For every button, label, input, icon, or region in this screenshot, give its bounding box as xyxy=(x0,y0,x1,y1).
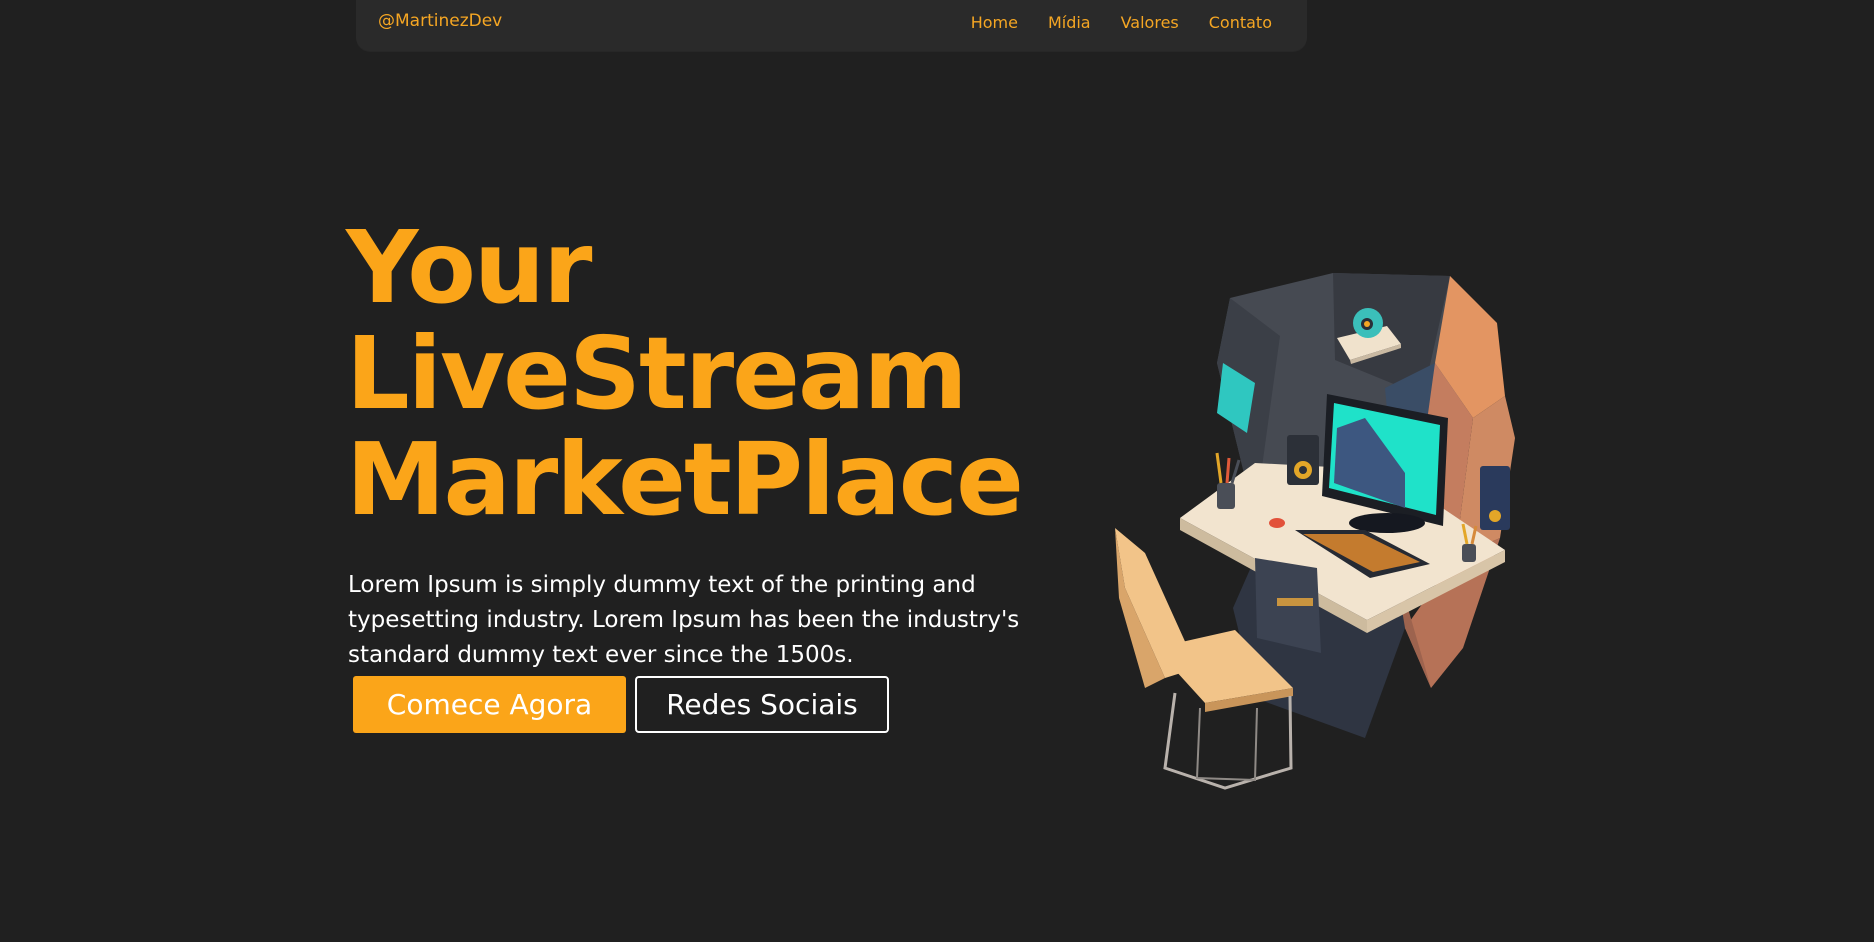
left-speaker-center xyxy=(1299,466,1307,474)
hero-title-line-3: MarketPlace xyxy=(346,421,1024,538)
pencil-2 xyxy=(1225,457,1231,484)
nav-link-contato[interactable]: Contato xyxy=(1209,13,1272,32)
nav-link-valores[interactable]: Valores xyxy=(1121,13,1179,32)
right-speaker-cone xyxy=(1489,510,1501,522)
redes-sociais-button[interactable]: Redes Sociais xyxy=(635,676,889,733)
pen-cup-right xyxy=(1462,544,1476,562)
robot-toy-eye-inner xyxy=(1364,321,1370,327)
hero-description: Lorem Ipsum is simply dummy text of the … xyxy=(348,572,1020,668)
gaming-desk-setup-illustration xyxy=(1115,273,1515,790)
top-navbar: @MartinezDev Home Mídia Valores Contato xyxy=(356,0,1307,51)
chair-legs-back xyxy=(1195,707,1258,782)
pen-cup-left xyxy=(1217,483,1235,509)
hero-title-line-1: Your xyxy=(346,209,592,326)
nav-link-midia[interactable]: Mídia xyxy=(1048,13,1091,32)
brand-link[interactable]: @MartinezDev xyxy=(378,11,502,31)
hero-title-line-2: LiveStream xyxy=(346,315,968,432)
comece-agora-button[interactable]: Comece Agora xyxy=(353,676,626,733)
hero-title: Your LiveStream MarketPlace xyxy=(346,209,1024,538)
mouse xyxy=(1269,518,1285,528)
pencil-1 xyxy=(1215,452,1223,484)
nav-link-home[interactable]: Home xyxy=(971,13,1018,32)
nav-links: Home Mídia Valores Contato xyxy=(971,13,1272,32)
cabinet-books xyxy=(1277,598,1313,606)
